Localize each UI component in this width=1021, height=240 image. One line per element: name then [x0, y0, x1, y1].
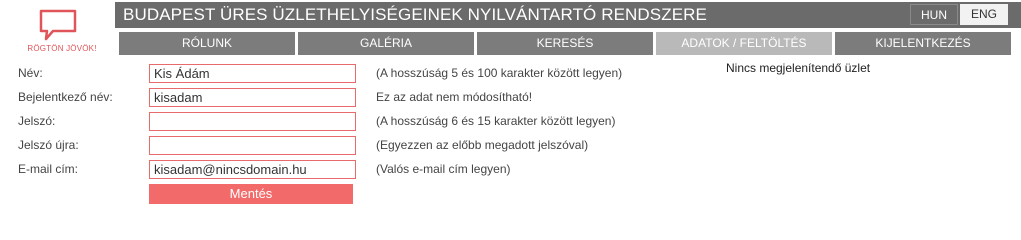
save-button[interactable]: Mentés — [149, 184, 353, 204]
no-shop-message: Nincs megjelenítendő üzlet — [726, 61, 871, 75]
name-label: Név: — [18, 66, 43, 80]
password-label: Jelszó: — [18, 114, 56, 128]
email-label: E-mail cím: — [18, 162, 78, 176]
login-field[interactable] — [149, 88, 356, 107]
password-again-hint: (Egyezzen az előbb megadott jelszóval) — [376, 138, 589, 152]
login-label: Bejelentkező név: — [18, 90, 113, 104]
speech-bubble-icon — [39, 9, 77, 41]
logo-text: RÖGTÖN JÖVÖK! — [27, 44, 97, 53]
page-title: BUDAPEST ÜRES ÜZLETHELYISÉGEINEK NYILVÁN… — [123, 5, 707, 24]
password-again-label: Jelszó újra: — [18, 138, 79, 152]
email-field[interactable] — [149, 160, 356, 179]
nav-item-kereses[interactable]: KERESÉS — [477, 32, 653, 55]
password-hint: (A hosszúság 6 és 15 karakter között leg… — [376, 114, 616, 128]
nav-item-adatok-feltoltes[interactable]: ADATOK / FELTÖLTÉS — [656, 32, 832, 55]
login-hint: Ez az adat nem módosítható! — [376, 90, 533, 104]
email-hint: (Valós e-mail cím legyen) — [376, 162, 511, 176]
name-field[interactable] — [149, 64, 356, 83]
logo[interactable]: RÖGTÖN JÖVÖK! — [27, 7, 107, 57]
nav-item-kijelentkezes[interactable]: KIJELENTKEZÉS — [835, 32, 1011, 55]
nav-item-galeria[interactable]: GALÉRIA — [298, 32, 474, 55]
header-bar: BUDAPEST ÜRES ÜZLETHELYISÉGEINEK NYILVÁN… — [115, 2, 1021, 28]
lang-eng-button[interactable]: ENG — [960, 4, 1008, 25]
password-again-field[interactable] — [149, 136, 356, 155]
lang-hun-button[interactable]: HUN — [910, 4, 958, 25]
name-hint: (A hosszúság 5 és 100 karakter között le… — [376, 66, 623, 80]
nav-item-rolunk[interactable]: RÓLUNK — [119, 32, 295, 55]
password-field[interactable] — [149, 112, 356, 131]
